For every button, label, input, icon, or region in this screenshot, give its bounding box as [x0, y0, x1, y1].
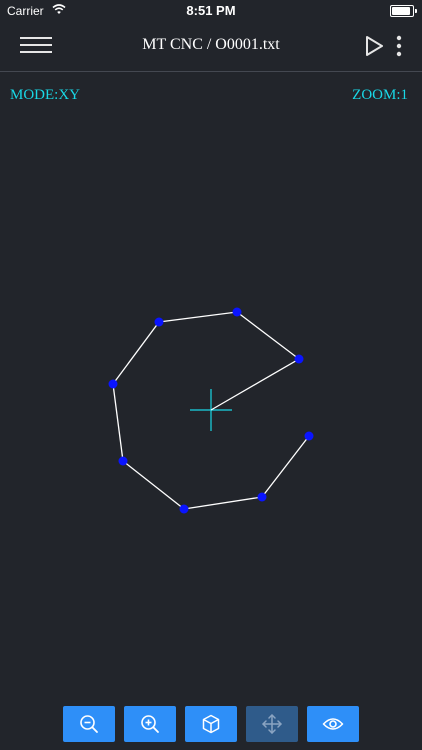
toolpath-point	[108, 379, 118, 389]
toolpath-canvas[interactable]	[0, 0, 422, 700]
cube-3d-icon	[202, 714, 220, 734]
view-toggle-button[interactable]	[307, 706, 359, 742]
zoom-in-button[interactable]	[124, 706, 176, 742]
move-arrows-icon	[262, 714, 282, 734]
zoom-out-button[interactable]	[63, 706, 115, 742]
toolpath-point	[257, 492, 267, 502]
zoom-in-icon	[141, 715, 159, 733]
move-button[interactable]	[246, 706, 298, 742]
eye-icon	[322, 718, 344, 730]
toolpath-point	[294, 354, 304, 364]
zoom-out-icon	[80, 715, 98, 733]
toolpath-point	[179, 504, 189, 514]
toolpath-point	[154, 317, 164, 327]
toolpath-point	[304, 431, 314, 441]
3d-view-button[interactable]	[185, 706, 237, 742]
bottom-toolbar	[0, 706, 422, 742]
toolpath-point	[118, 456, 128, 466]
toolpath-point	[232, 307, 242, 317]
